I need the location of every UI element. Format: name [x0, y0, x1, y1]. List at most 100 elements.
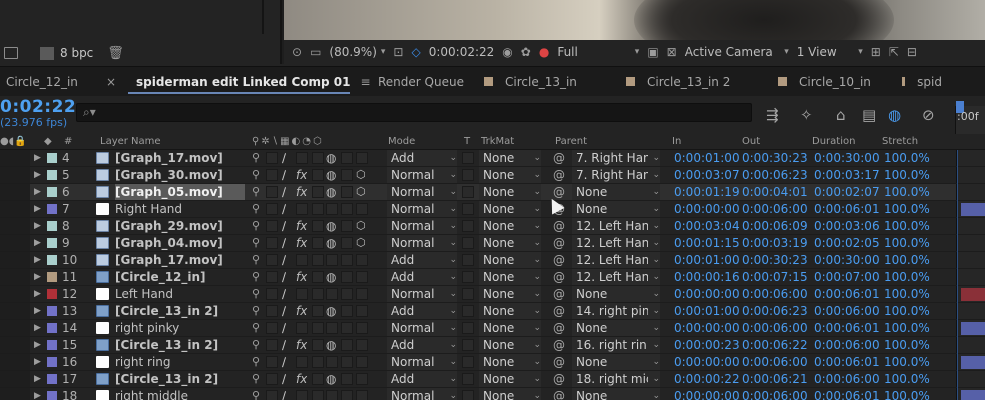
visibility-switches[interactable] [0, 218, 30, 234]
layer-duration-track[interactable] [956, 388, 985, 400]
layer-row[interactable]: ▶ 4 [Graph_17.mov] ⚲ ∕ ◍ Add ⌄ None ⌄ @7. Right Ha… [0, 150, 985, 167]
parent-select[interactable]: None ⌄ [572, 320, 660, 336]
duration[interactable]: 0:00:03:17 [814, 167, 880, 183]
motion-blur-switch-icon[interactable]: ◍ [326, 150, 336, 166]
label-color-swatch[interactable] [47, 255, 57, 265]
label-color-swatch[interactable] [47, 340, 57, 350]
quality-switch-icon[interactable]: ∕ [282, 286, 286, 302]
blend-mode-select[interactable]: Normal ⌄ [387, 201, 457, 217]
pixel-aspect-icon[interactable]: ⊞ [871, 45, 881, 59]
out-point[interactable]: 0:00:06:09 [742, 218, 808, 234]
parent-pickwhip-icon[interactable]: @ [553, 218, 565, 234]
parent-select[interactable]: 18. right mic ⌄ [572, 371, 660, 387]
layer-duration-track[interactable] [956, 150, 985, 166]
effects-switch-icon[interactable]: fx [296, 303, 307, 319]
duration[interactable]: 0:00:03:06 [814, 218, 880, 234]
effects-switch[interactable] [296, 203, 308, 215]
quality-switch-icon[interactable]: ∕ [282, 252, 286, 268]
channels-icon[interactable]: ● [539, 45, 549, 59]
adjustment-switch[interactable] [341, 373, 353, 385]
layer-duration-track[interactable] [956, 286, 985, 302]
track-matte-select[interactable]: None ⌄ [479, 354, 541, 370]
in-point[interactable]: 0:00:00:22 [674, 371, 740, 387]
motion-blur-switch[interactable] [326, 254, 338, 266]
effects-switch-icon[interactable]: fx [296, 184, 307, 200]
frame-blend-switch[interactable] [312, 237, 324, 249]
quality-switch-icon[interactable]: ∕ [282, 269, 286, 285]
duration[interactable]: 0:00:06:01 [814, 286, 880, 302]
duration[interactable]: 0:00:02:07 [814, 184, 880, 200]
tab-circle-12-in[interactable]: Circle_12_in [0, 67, 106, 97]
tab-spid[interactable]: spid [902, 67, 942, 97]
effects-switch-icon[interactable]: fx [296, 235, 307, 251]
layer-name[interactable]: [Graph_04.mov] [115, 235, 245, 251]
new-folder-icon[interactable] [4, 47, 18, 59]
preserve-transparency-switch[interactable] [462, 373, 474, 385]
shy-switch-icon[interactable]: ⚲ [252, 235, 260, 251]
frame-blend-switch[interactable] [312, 169, 324, 181]
motion-blur-switch-icon[interactable]: ◍ [326, 184, 336, 200]
layer-duration-track[interactable] [956, 371, 985, 387]
adjustment-switch[interactable] [341, 322, 353, 334]
stretch[interactable]: 100.0% [884, 303, 930, 319]
3d-layer-switch-icon[interactable]: ⬡ [356, 167, 366, 183]
label-color-swatch[interactable] [47, 374, 57, 384]
preserve-transparency-switch[interactable] [462, 203, 474, 215]
quality-switch-icon[interactable]: ∕ [282, 320, 286, 336]
visibility-switches[interactable] [0, 388, 30, 400]
layer-row[interactable]: ▶ 15 [Circle_13_in 2] ⚲ ∕ fx ◍ Add ⌄ None ⌄ @16. ri… [0, 337, 985, 354]
in-point[interactable]: 0:00:03:07 [674, 167, 740, 183]
tab-circle-13-in[interactable]: Circle_13_in [484, 67, 626, 97]
parent-pickwhip-icon[interactable]: @ [553, 320, 565, 336]
parent-pickwhip-icon[interactable]: @ [553, 371, 565, 387]
parent-pickwhip-icon[interactable]: @ [553, 354, 565, 370]
effects-switch[interactable] [296, 356, 308, 368]
label-color-swatch[interactable] [47, 357, 57, 367]
track-matte-select[interactable]: None ⌄ [479, 286, 541, 302]
out-point[interactable]: 0:00:30:23 [742, 150, 808, 166]
stretch[interactable]: 100.0% [884, 184, 930, 200]
label-color-swatch[interactable] [47, 187, 57, 197]
in-point[interactable]: 0:00:03:04 [674, 218, 740, 234]
visibility-switches[interactable] [0, 167, 30, 183]
parent-select[interactable]: 16. right rin ⌄ [572, 337, 660, 353]
out-point[interactable]: 0:00:04:01 [742, 184, 808, 200]
preserve-transparency-switch[interactable] [462, 288, 474, 300]
layer-search-input[interactable]: ⌕▾ [76, 103, 752, 122]
blend-mode-select[interactable]: Normal ⌄ [387, 286, 457, 302]
shy-switch-icon[interactable]: ⚲ [252, 167, 260, 183]
layer-row[interactable]: ▶ 16 right ring ⚲ ∕ Normal ⌄ None ⌄ @ None ⌄ 0:00:00… [0, 354, 985, 371]
label-color-swatch[interactable] [47, 323, 57, 333]
shy-switch-icon[interactable]: ⚲ [252, 337, 260, 353]
label-color-swatch[interactable] [47, 221, 57, 231]
stretch[interactable]: 100.0% [884, 150, 930, 166]
effects-switch[interactable] [296, 390, 308, 400]
collapse-switch[interactable] [266, 220, 278, 232]
parent-select[interactable]: 7. Right Han ⌄ [572, 167, 660, 183]
3d-layer-switch[interactable] [356, 152, 368, 164]
frame-blend-switch[interactable] [312, 373, 324, 385]
adjustment-switch[interactable] [341, 152, 353, 164]
layer-name[interactable]: [Graph_17.mov] [115, 150, 245, 166]
blend-mode-select[interactable]: Normal ⌄ [387, 235, 457, 251]
duration[interactable]: 0:00:06:00 [814, 303, 880, 319]
layer-row[interactable]: ▶ 6 [Graph_05.mov] ⚲ ∕ fx ◍ ⬡ Normal ⌄ None ⌄ @ None ⌄… [0, 184, 985, 201]
visibility-switches[interactable] [0, 320, 30, 336]
collapse-switch[interactable] [266, 305, 278, 317]
shy-switch-icon[interactable]: ⚲ [252, 303, 260, 319]
3d-layer-switch[interactable] [356, 305, 368, 317]
layer-duration-bar[interactable] [961, 203, 985, 216]
shy-switch-icon[interactable]: ⚲ [252, 269, 260, 285]
stretch[interactable]: 100.0% [884, 388, 930, 400]
layer-duration-track[interactable] [956, 184, 985, 200]
tab-circle-13-in-2[interactable]: Circle_13_in 2 [626, 67, 778, 97]
label-color-swatch[interactable] [47, 170, 57, 180]
visibility-switches[interactable] [0, 235, 30, 251]
visibility-switches[interactable] [0, 269, 30, 285]
motion-blur-switch-icon[interactable]: ◍ [326, 235, 336, 251]
adjustment-switch[interactable] [341, 356, 353, 368]
duration[interactable]: 0:00:06:01 [814, 201, 880, 217]
stretch[interactable]: 100.0% [884, 252, 930, 268]
twirl-arrow-icon[interactable]: ▶ [34, 354, 41, 370]
stretch[interactable]: 100.0% [884, 320, 930, 336]
